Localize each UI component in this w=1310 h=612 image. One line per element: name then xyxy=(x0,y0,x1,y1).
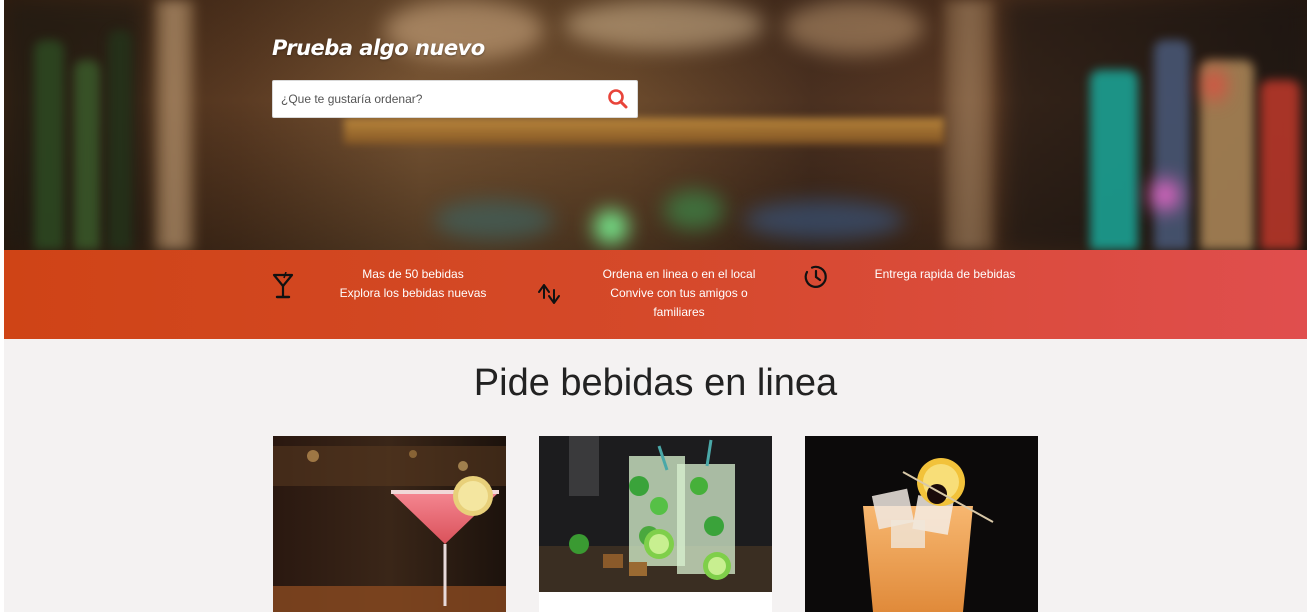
page: Prueba algo nuevo Mas de 50 bebidas Expl… xyxy=(4,0,1307,612)
feature-delivery: Entrega rapida de bebidas xyxy=(855,265,1035,284)
search-bar xyxy=(272,80,638,118)
hero-title: Prueba algo nuevo xyxy=(272,36,485,60)
feature-order-line-2: Convive con tus amigos o xyxy=(610,286,748,300)
search-button[interactable] xyxy=(607,88,629,110)
cocktail-glass-icon xyxy=(272,271,294,305)
search-icon xyxy=(608,89,628,109)
swap-arrows-icon xyxy=(536,282,562,311)
section-title: Pide bebidas en linea xyxy=(473,362,838,404)
pink-martini-image xyxy=(273,436,506,612)
features-band: Mas de 50 bebidas Explora los bebidas nu… xyxy=(4,250,1307,339)
feature-order-line-1: Ordena en linea o en el local xyxy=(602,267,756,281)
feature-delivery-line-1: Entrega rapida de bebidas xyxy=(874,267,1016,281)
feature-order-line-3: familiares xyxy=(653,305,705,319)
orange-cocktail-image xyxy=(805,436,1038,612)
drink-card[interactable] xyxy=(539,436,772,612)
search-input[interactable] xyxy=(273,81,593,117)
drink-card[interactable] xyxy=(805,436,1038,612)
mojito-image xyxy=(539,436,772,612)
feature-drinks-line-2: Explora los bebidas nuevas xyxy=(339,286,487,300)
feature-drinks-line-1: Mas de 50 bebidas xyxy=(362,267,464,281)
drink-card[interactable] xyxy=(273,436,506,612)
feature-order: Ordena en linea o en el local Convive co… xyxy=(586,265,772,322)
hero-banner: Prueba algo nuevo xyxy=(4,0,1307,250)
feature-drinks: Mas de 50 bebidas Explora los bebidas nu… xyxy=(321,265,505,303)
clock-icon xyxy=(803,264,829,295)
